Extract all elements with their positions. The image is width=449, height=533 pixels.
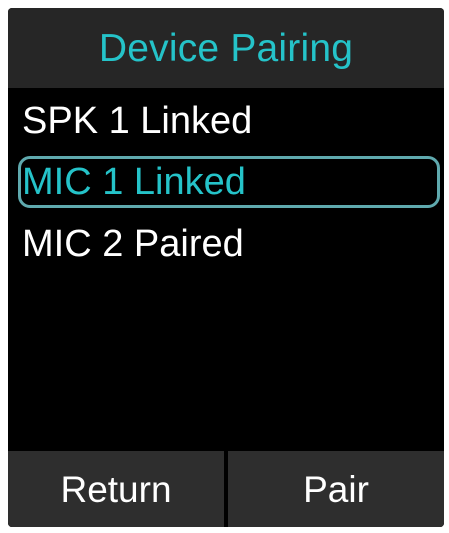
device-item-label: SPK 1 Linked — [22, 100, 253, 142]
device-item-mic2[interactable]: MIC 2 Paired — [18, 218, 440, 270]
softkey-bar: Return Pair — [8, 451, 444, 527]
title-bar: Device Pairing — [8, 8, 444, 88]
device-item-label: MIC 1 Linked — [22, 161, 246, 203]
return-button[interactable]: Return — [8, 451, 224, 527]
device-screen: Device Pairing SPK 1 Linked MIC 1 Linked… — [8, 8, 444, 527]
device-item-mic1[interactable]: MIC 1 Linked — [18, 156, 440, 208]
pair-button-label: Pair — [303, 468, 369, 510]
device-item-spk1[interactable]: SPK 1 Linked — [18, 95, 440, 147]
return-button-label: Return — [60, 468, 172, 510]
pair-button[interactable]: Pair — [228, 451, 444, 527]
page-title: Device Pairing — [98, 26, 354, 70]
device-item-label: MIC 2 Paired — [22, 223, 244, 265]
